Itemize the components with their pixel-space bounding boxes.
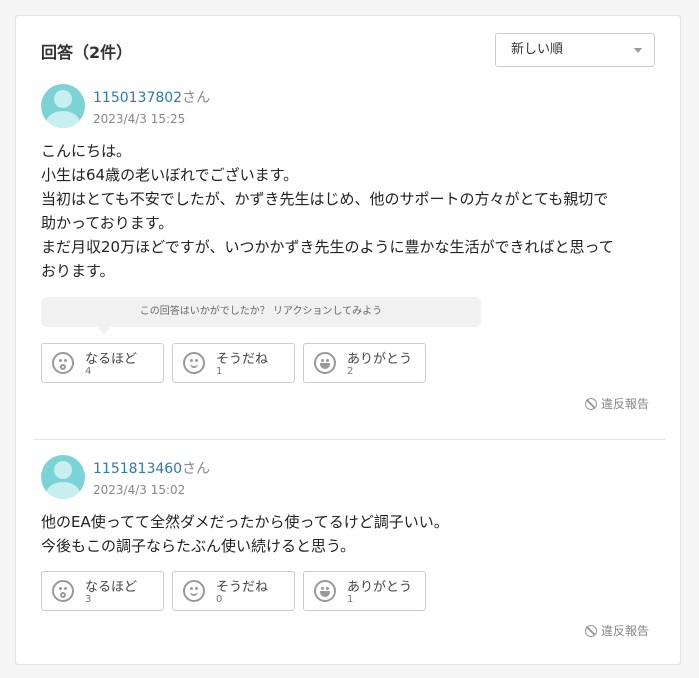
avatar[interactable] [41,84,85,128]
report-link[interactable]: 違反報告 [585,395,649,412]
reaction-count: 2 [347,366,354,377]
reaction-count: 4 [85,366,92,377]
answer-user[interactable]: 1151813460さん [93,458,210,478]
answer-body: 他のEA使ってて全然ダメだったから使ってるけど調子いい。 今後もこの調子ならたぶ… [41,510,449,558]
reaction-count: 0 [216,594,223,605]
reaction-label: なるほど [85,580,138,595]
answer-line: 他のEA使ってて全然ダメだったから使ってるけど調子いい。 [41,513,449,531]
divider [33,439,665,440]
reaction-label: そうだね [216,352,269,367]
user-id-link[interactable]: 1150137802 [93,90,182,106]
user-honorific: さん [182,461,211,477]
reaction-label: なるほど [85,352,138,367]
answer-line: 今後もこの調子ならたぶん使い続けると思う。 [41,537,356,555]
report-label: 違反報告 [601,397,650,411]
surprised-face-icon [52,352,74,374]
reaction-count: 1 [216,366,223,377]
avatar[interactable] [41,455,85,499]
reaction-count: 3 [85,594,92,605]
answer-user[interactable]: 1150137802さん [93,87,210,107]
answer-line: こんにちは。 [41,142,132,160]
report-link[interactable]: 違反報告 [585,622,649,639]
reaction-naruhodo-button[interactable]: なるほど 4 [41,343,164,383]
answer-line: 当初はとても不安でしたが、かずき先生はじめ、他のサポートの方々がとても親切で [41,190,609,208]
smile-face-icon [183,352,205,374]
reaction-arigatou-button[interactable]: ありがとう 1 [303,571,426,611]
reaction-naruhodo-button[interactable]: なるほど 3 [41,571,164,611]
answer-body: こんにちは。 小生は64歳の老いぼれでございます。 当初はとても不安でしたが、か… [41,139,614,283]
reaction-count: 1 [347,594,354,605]
report-label: 違反報告 [601,624,650,638]
reaction-label: ありがとう [347,352,413,367]
answer-line: まだ月収20万ほどですが、いつかかずき先生のように豊かな生活ができればと思って [41,238,614,256]
answer-line: おります。 [41,262,115,280]
grin-face-icon [314,580,336,602]
reaction-soudane-button[interactable]: そうだね 1 [172,343,295,383]
reaction-prompt: この回答はいかがでしたか？ リアクションしてみよう [41,297,481,334]
grin-face-icon [314,352,336,374]
user-id-link[interactable]: 1151813460 [93,461,182,477]
reaction-arigatou-button[interactable]: ありがとう 2 [303,343,426,383]
reaction-label: ありがとう [347,580,413,595]
answers-panel: 回答（2件） 新しい順 1150137802さん 2023/4/3 15:25 … [15,15,681,665]
reaction-label: そうだね [216,580,269,595]
answer-line: 助かっております。 [41,214,174,232]
chevron-down-icon [634,48,642,53]
reaction-prompt-text: この回答はいかがでしたか？ リアクションしてみよう [139,306,383,317]
answers-title: 回答（2件） [41,43,133,62]
answer-date: 2023/4/3 15:25 [93,112,186,126]
answer-date: 2023/4/3 15:02 [93,483,186,497]
smile-face-icon [183,580,205,602]
sort-select[interactable]: 新しい順 [495,33,655,67]
sort-selected-value: 新しい順 [511,42,564,57]
reaction-soudane-button[interactable]: そうだね 0 [172,571,295,611]
user-honorific: さん [182,90,211,106]
surprised-face-icon [52,580,74,602]
answer-line: 小生は64歳の老いぼれでございます。 [41,166,299,184]
prohibit-icon [585,398,597,410]
prohibit-icon [585,625,597,637]
